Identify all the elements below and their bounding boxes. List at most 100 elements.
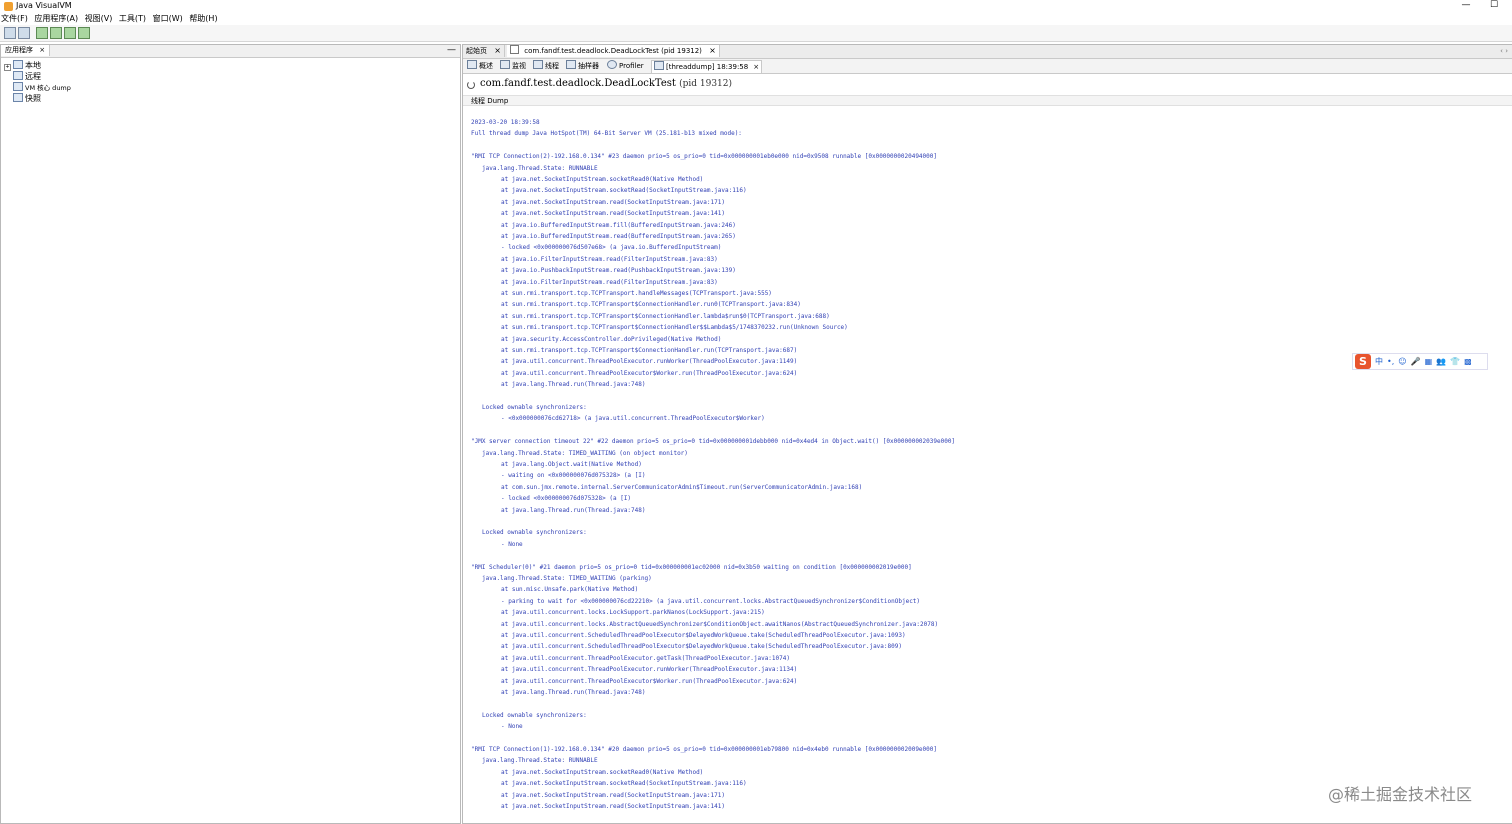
menu-help[interactable]: 帮助(H) bbox=[189, 13, 217, 25]
app-class-name: com.fandf.test.deadlock.DeadLockTest bbox=[480, 78, 676, 89]
minimize-panel-button[interactable]: — bbox=[447, 45, 456, 55]
dump-line: java.lang.Thread.State: TIMED_WAITING (o… bbox=[482, 449, 688, 457]
tab-start-page-label: 起始页 bbox=[466, 47, 487, 55]
minimize-button[interactable]: — bbox=[1456, 0, 1476, 12]
dump-line: at java.util.concurrent.ThreadPoolExecut… bbox=[501, 358, 798, 366]
punctuation-icon[interactable]: •, bbox=[1387, 354, 1394, 369]
overview-icon bbox=[467, 60, 477, 69]
add-snapshot-icon[interactable] bbox=[78, 27, 90, 39]
dump-line: at java.util.concurrent.ScheduledThreadP… bbox=[501, 632, 906, 639]
dump-line: at java.util.concurrent.ThreadPoolExecut… bbox=[501, 677, 798, 685]
dump-line: - locked <0x000000076d507e68> (a java.io… bbox=[501, 244, 722, 252]
tree-item-vm-core-dump[interactable]: VM 核心 dump bbox=[13, 82, 71, 93]
tab-profiler-label: Profiler bbox=[619, 62, 644, 70]
tab-threaddump[interactable]: [threaddump] 18:39:58 × bbox=[651, 60, 763, 73]
menu-bar: 文件(F) 应用程序(A) 视图(V) 工具(T) 窗口(W) 帮助(H) bbox=[0, 13, 1512, 25]
chinese-mode-icon[interactable]: 中 bbox=[1375, 354, 1383, 369]
close-icon[interactable]: × bbox=[753, 63, 759, 71]
tab-threads-label: 线程 bbox=[545, 62, 559, 70]
dump-line: at java.net.SocketInputStream.socketRead… bbox=[501, 780, 747, 788]
dump-line: at java.util.concurrent.ThreadPoolExecut… bbox=[501, 654, 790, 662]
dump-line: at java.lang.Thread.run(Thread.java:748) bbox=[501, 381, 646, 389]
expand-icon[interactable]: + bbox=[4, 64, 11, 71]
dump-line: java.lang.Thread.State: RUNNABLE bbox=[482, 757, 598, 765]
dump-line: at java.util.concurrent.ScheduledThreadP… bbox=[501, 643, 902, 651]
dump-line: at sun.rmi.transport.tcp.TCPTransport$Co… bbox=[501, 347, 798, 354]
tab-threaddump-label: [threaddump] 18:39:58 bbox=[666, 63, 749, 71]
tab-threads[interactable]: 线程 bbox=[531, 60, 561, 72]
users-icon[interactable]: 👥 bbox=[1436, 354, 1446, 369]
dump-line: at java.net.SocketInputStream.read(Socke… bbox=[501, 791, 725, 799]
page-title: com.fandf.test.deadlock.DeadLockTest (pi… bbox=[480, 78, 732, 89]
tree-item-label: 本地 bbox=[25, 61, 41, 70]
load-snapshot-icon[interactable] bbox=[4, 27, 16, 39]
dump-line: - None bbox=[501, 540, 523, 548]
dump-line: at sun.rmi.transport.tcp.TCPTransport.ha… bbox=[501, 290, 772, 297]
tree-item-local[interactable]: + 本地 bbox=[4, 60, 41, 71]
title-bar: Java VisualVM — ☐ bbox=[0, 0, 1512, 13]
tab-sampler-label: 抽样器 bbox=[578, 62, 599, 70]
tab-start-page[interactable]: 起始页 × bbox=[463, 45, 505, 57]
add-remote-host-icon[interactable] bbox=[50, 27, 62, 39]
tree-item-snapshots[interactable]: 快照 bbox=[13, 93, 41, 104]
dump-line: - waiting on <0x000000076d075328> (a [I) bbox=[501, 472, 646, 480]
tab-deadlock-app-label: com.fandf.test.deadlock.DeadLockTest (pi… bbox=[524, 47, 702, 55]
watermark: @稀土掘金技术社区 bbox=[1328, 785, 1473, 804]
tab-monitor-label: 监视 bbox=[512, 62, 526, 70]
dump-line: at java.io.PushbackInputStream.read(Push… bbox=[501, 267, 736, 275]
dump-line: - parking to wait for <0x000000076cd2221… bbox=[501, 597, 921, 605]
load-dump-icon[interactable] bbox=[18, 27, 30, 39]
tab-monitor[interactable]: 监视 bbox=[498, 60, 528, 72]
tab-overview-label: 概述 bbox=[479, 62, 493, 70]
dump-line: "RMI TCP Connection(1)-192.168.0.134" #2… bbox=[471, 746, 937, 753]
thread-dump-text[interactable]: 2023-03-20 18:39:58 Full thread dump Java… bbox=[471, 117, 1509, 817]
java-app-icon bbox=[510, 45, 519, 54]
skin-icon[interactable]: 👕 bbox=[1450, 354, 1460, 369]
voice-icon[interactable]: 🎤 bbox=[1411, 354, 1421, 369]
menu-window[interactable]: 窗口(W) bbox=[153, 13, 183, 25]
maximize-button[interactable]: ☐ bbox=[1484, 0, 1504, 12]
dump-line: Locked ownable synchronizers: bbox=[482, 711, 587, 719]
threads-icon bbox=[533, 60, 543, 69]
tree-item-remote[interactable]: 远程 bbox=[13, 71, 41, 82]
close-icon[interactable]: × bbox=[709, 46, 716, 55]
dump-line: - <0x000000076cd62718> (a java.util.conc… bbox=[501, 415, 765, 423]
sogou-logo-icon[interactable]: S bbox=[1355, 354, 1371, 369]
close-icon[interactable]: × bbox=[494, 46, 501, 55]
dump-line: at sun.rmi.transport.tcp.TCPTransport$Co… bbox=[501, 301, 801, 309]
dump-line: at java.util.concurrent.ThreadPoolExecut… bbox=[501, 369, 798, 377]
dump-line: at java.io.BufferedInputStream.fill(Buff… bbox=[501, 221, 736, 229]
tab-deadlock-app[interactable]: com.fandf.test.deadlock.DeadLockTest (pi… bbox=[507, 45, 720, 57]
dump-line: at java.io.BufferedInputStream.read(Buff… bbox=[501, 233, 736, 240]
dump-line: 2023-03-20 18:39:58 bbox=[471, 119, 540, 126]
tab-profiler[interactable]: Profiler bbox=[605, 60, 646, 72]
profiler-icon bbox=[607, 60, 617, 69]
tree-item-label: 快照 bbox=[25, 94, 41, 103]
emoji-icon[interactable]: ☺ bbox=[1398, 354, 1406, 369]
dump-line: at java.io.FilterInputStream.read(Filter… bbox=[501, 278, 718, 286]
menu-view[interactable]: 视图(V) bbox=[85, 13, 113, 25]
dump-line: java.lang.Thread.State: TIMED_WAITING (p… bbox=[482, 575, 652, 582]
add-jmx-connection-icon[interactable] bbox=[36, 27, 48, 39]
menu-file[interactable]: 文件(F) bbox=[1, 13, 28, 25]
toolbox-icon[interactable]: ▩ bbox=[1464, 354, 1472, 369]
tab-scroll-arrows[interactable]: ‹ › bbox=[1500, 45, 1508, 57]
tab-applications[interactable]: 应用程序 × bbox=[1, 45, 51, 56]
dump-line: - locked <0x000000076d075328> (a [I) bbox=[501, 495, 632, 503]
tree-item-label: 远程 bbox=[25, 72, 41, 81]
dump-line: at java.lang.Object.wait(Native Method) bbox=[501, 461, 642, 468]
keyboard-icon[interactable]: ▦ bbox=[1425, 354, 1433, 369]
computer-icon bbox=[13, 60, 23, 69]
section-header: 线程 Dump bbox=[463, 95, 1512, 106]
tab-overview[interactable]: 概述 bbox=[465, 60, 495, 72]
menu-applications[interactable]: 应用程序(A) bbox=[34, 13, 78, 25]
applications-panel: 应用程序 × — + 本地 远程 VM 核心 dump 快照 bbox=[0, 44, 461, 824]
add-core-dump-icon[interactable] bbox=[64, 27, 76, 39]
sampler-icon bbox=[566, 60, 576, 69]
tab-sampler[interactable]: 抽样器 bbox=[564, 60, 601, 72]
core-dump-icon bbox=[13, 82, 23, 91]
dump-line: Full thread dump Java HotSpot(TM) 64-Bit… bbox=[471, 130, 742, 138]
toolbar bbox=[0, 25, 1512, 42]
menu-tools[interactable]: 工具(T) bbox=[119, 13, 146, 25]
close-icon[interactable]: × bbox=[39, 46, 45, 54]
